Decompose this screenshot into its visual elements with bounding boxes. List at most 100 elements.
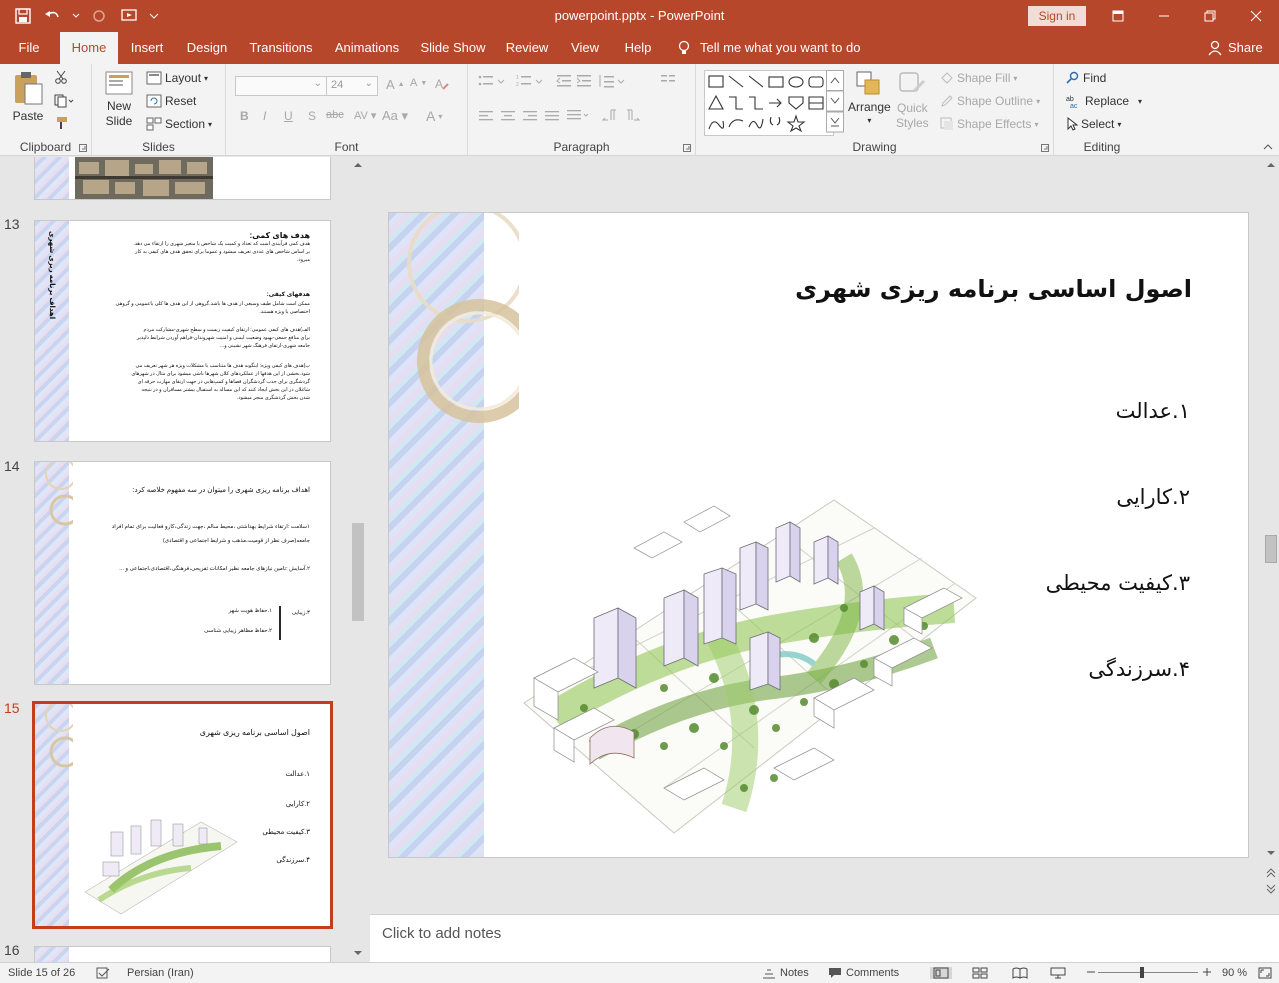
ribbon-display-options-icon[interactable] (1095, 0, 1141, 32)
increase-indent-icon[interactable] (576, 74, 592, 88)
zoom-slider-thumb[interactable] (1140, 967, 1144, 978)
cut-icon[interactable] (54, 70, 68, 84)
format-painter-icon[interactable] (54, 116, 68, 130)
tab-slide-show[interactable]: Slide Show (416, 32, 490, 64)
character-spacing-icon[interactable]: AV ▾ (354, 109, 376, 122)
tab-design[interactable]: Design (180, 32, 234, 64)
thumbnail-scroll-thumb[interactable] (352, 523, 364, 621)
scroll-down-icon[interactable] (1266, 849, 1276, 857)
slide-list-item[interactable]: ۱.عدالت (1116, 399, 1190, 423)
drawing-launcher-icon[interactable] (1041, 144, 1049, 152)
tell-me-search[interactable]: Tell me what you want to do (678, 40, 860, 56)
font-size-combo[interactable]: 24 ⌄ (326, 76, 378, 96)
reading-view-icon[interactable] (1012, 967, 1028, 979)
select-button[interactable]: Select ▾ (1066, 117, 1121, 131)
clipboard-launcher-icon[interactable] (79, 144, 87, 152)
slideshow-view-icon[interactable] (1050, 967, 1066, 979)
tab-home[interactable]: Home (60, 32, 118, 64)
notes-pane[interactable]: Click to add notes (370, 914, 1279, 962)
copy-icon[interactable] (54, 94, 74, 108)
slide-thumbnail-12[interactable] (34, 157, 331, 200)
distributed-icon[interactable] (566, 109, 590, 121)
fit-slide-icon[interactable] (1258, 967, 1272, 979)
language-indicator[interactable]: Persian (Iran) (127, 967, 194, 979)
editor-scrollbar[interactable] (1263, 157, 1279, 914)
share-button[interactable]: Share (1208, 40, 1263, 56)
urban-design-sketch[interactable] (514, 488, 984, 838)
change-case-icon[interactable]: Aa ▾ (382, 108, 408, 124)
restore-icon[interactable] (1187, 0, 1233, 32)
slide-list-item[interactable]: ۲.کارایی (1116, 485, 1190, 509)
shape-effects-button[interactable]: Shape Effects ▾ (940, 117, 1039, 131)
line-spacing-icon[interactable] (598, 74, 626, 88)
columns-icon[interactable] (660, 74, 676, 88)
section-button[interactable]: Section ▾ (146, 117, 212, 131)
zoom-slider[interactable] (1098, 972, 1198, 973)
paragraph-launcher-icon[interactable] (683, 144, 691, 152)
slide-sorter-icon[interactable] (972, 967, 988, 979)
next-slide-icon[interactable] (1266, 883, 1276, 895)
spell-check-icon[interactable] (96, 967, 110, 979)
align-center-icon[interactable] (500, 110, 516, 122)
previous-slide-icon[interactable] (1266, 867, 1276, 879)
shape-fill-button[interactable]: Shape Fill ▾ (940, 71, 1017, 85)
bullets-icon[interactable] (478, 74, 508, 88)
zoom-level[interactable]: 90 % (1222, 967, 1247, 979)
slide-thumbnail-14[interactable]: اهداف برنامه ریزی شهری را میتوان در سه م… (34, 461, 331, 685)
tab-file[interactable]: File (8, 32, 50, 64)
font-color-icon[interactable]: A ▾ (426, 108, 442, 124)
current-slide[interactable]: اصول اساسی برنامه ریزی شهری ۱.عدالت ۲.کا… (388, 212, 1249, 858)
find-button[interactable]: Find (1066, 71, 1106, 85)
notes-button[interactable]: Notes (762, 967, 809, 979)
replace-button[interactable]: ab ac Replace ▾ (1066, 94, 1142, 108)
align-right-icon[interactable] (522, 110, 538, 122)
rtl-icon[interactable] (602, 109, 618, 123)
editor-scroll-thumb[interactable] (1265, 535, 1277, 563)
shapes-scroll[interactable] (826, 70, 844, 134)
arrange-button[interactable]: Arrange ▾ (848, 70, 891, 125)
paste-button[interactable]: Paste (12, 70, 44, 123)
scroll-down-icon[interactable] (353, 949, 363, 957)
minimize-icon[interactable] (1141, 0, 1187, 32)
zoom-out-icon[interactable] (1086, 967, 1096, 977)
tab-view[interactable]: View (564, 32, 606, 64)
zoom-in-icon[interactable] (1202, 967, 1212, 977)
slide-thumbnail-16[interactable] (34, 946, 331, 962)
clear-formatting-icon[interactable]: A (434, 76, 450, 92)
decrease-font-icon[interactable]: A ▼ (410, 77, 427, 89)
close-icon[interactable] (1233, 0, 1279, 32)
scroll-up-icon[interactable] (353, 161, 363, 169)
font-name-combo[interactable]: ⌄ (235, 76, 327, 96)
reset-button[interactable]: Reset (146, 94, 196, 108)
bold-icon[interactable]: B (240, 109, 249, 123)
shape-outline-button[interactable]: Shape Outline ▾ (940, 94, 1040, 108)
quick-styles-button[interactable]: Quick Styles (896, 70, 929, 130)
numbering-icon[interactable]: 12 (516, 74, 546, 88)
new-slide-button[interactable]: New Slide (104, 70, 134, 128)
shapes-gallery[interactable] (704, 70, 834, 136)
justify-icon[interactable] (544, 110, 560, 122)
normal-view-icon[interactable] (930, 967, 952, 979)
thumbnail-scrollbar[interactable] (350, 157, 366, 962)
decrease-indent-icon[interactable] (556, 74, 572, 88)
italic-icon[interactable]: I (263, 109, 266, 123)
slide-thumbnail-15[interactable]: اصول اساسی برنامه ریزی شهری ۱.عدالت ۲.کا… (32, 701, 333, 929)
underline-icon[interactable]: U (284, 109, 293, 123)
strikethrough-icon[interactable]: abc (326, 109, 344, 121)
slide-list-item[interactable]: ۳.کیفیت محیطی (1046, 571, 1190, 595)
collapse-ribbon-icon[interactable] (1263, 143, 1273, 151)
layout-button[interactable]: Layout ▾ (146, 71, 208, 85)
scroll-up-icon[interactable] (1266, 161, 1276, 169)
tab-help[interactable]: Help (618, 32, 658, 64)
text-shadow-icon[interactable]: S (308, 109, 316, 123)
slide-list-item[interactable]: ۴.سرزندگی (1088, 657, 1190, 681)
align-left-icon[interactable] (478, 110, 494, 122)
tab-animations[interactable]: Animations (330, 32, 404, 64)
tab-review[interactable]: Review (502, 32, 552, 64)
comments-button[interactable]: Comments (828, 967, 899, 979)
increase-font-icon[interactable]: A ▲ (386, 77, 405, 92)
ltr-icon[interactable] (624, 109, 640, 123)
tab-transitions[interactable]: Transitions (244, 32, 318, 64)
tab-insert[interactable]: Insert (124, 32, 170, 64)
sign-in-button[interactable]: Sign in (1028, 6, 1086, 26)
